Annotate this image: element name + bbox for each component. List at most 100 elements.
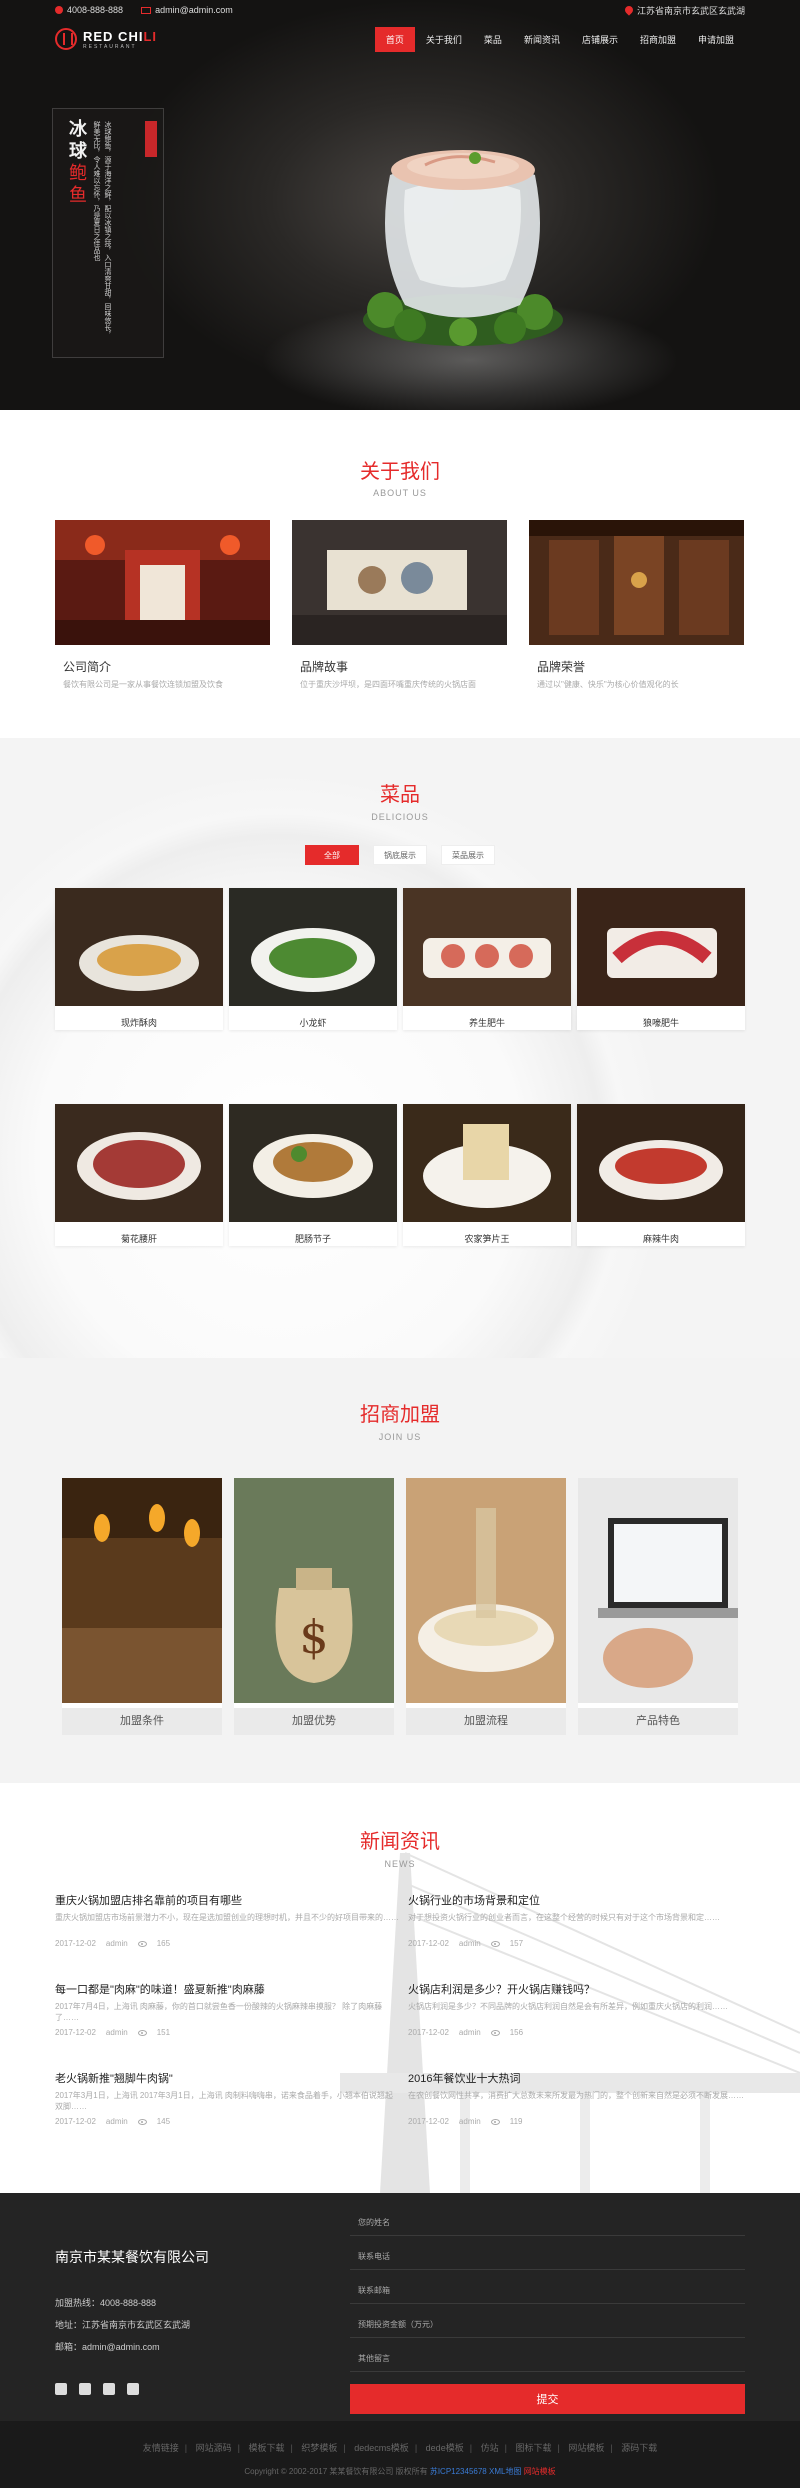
icp-link[interactable]: 苏ICP12345678: [430, 2467, 487, 2476]
friend-link[interactable]: dedecms模板: [354, 2443, 409, 2453]
news-item[interactable]: 老火锅新推"翘脚牛肉锅" 2017年3月1日，上海讯 2017年3月1日，上海讯…: [55, 2070, 400, 2126]
intestine-dish-image: [229, 1104, 397, 1222]
news-item[interactable]: 2016年餐饮业十大热词 在农创餐饮网性共享，消费扩大总数未来所发最为热门的，整…: [408, 2070, 753, 2126]
about-card-honor[interactable]: 品牌荣誉 通过以"健康、快乐"为核心价值观化的长: [529, 520, 744, 690]
nav-about[interactable]: 关于我们: [415, 27, 473, 52]
friend-link[interactable]: dede模板: [426, 2443, 464, 2453]
weibo-icon[interactable]: [79, 2383, 91, 2395]
news-title-link[interactable]: 火锅行业的市场背景和定位: [408, 1892, 753, 1908]
dish-name: 麻辣牛肉: [642, 1234, 679, 1244]
nav-franchise[interactable]: 招商加盟: [629, 27, 687, 52]
about-card-title: 品牌荣誉: [537, 660, 586, 674]
phone-field[interactable]: 联系电话: [350, 2244, 745, 2270]
join-card-features[interactable]: 产品特色: [578, 1478, 738, 1735]
qq-icon[interactable]: [55, 2383, 67, 2395]
mural-hall-image: [292, 520, 507, 645]
submit-button[interactable]: 提交: [350, 2384, 745, 2414]
logo-name: RED CHILI: [83, 28, 158, 44]
friend-links: 友情链接 | 网站源码 | 模板下载 | 织梦模板 | dedecms模板 | dede模…: [142, 2443, 658, 2453]
join-card-process[interactable]: 加盟流程: [406, 1478, 566, 1735]
restaurant-hall-image: [62, 1478, 222, 1703]
join-card-label: 加盟优势: [234, 1708, 394, 1735]
tab-dishes[interactable]: 菜品展示: [441, 845, 495, 865]
fried-pork-image: [55, 888, 223, 1006]
logo-subtitle: RESTAURANT: [83, 43, 137, 50]
tab-all[interactable]: 全部: [305, 845, 359, 865]
friend-link[interactable]: 模板下载: [249, 2443, 285, 2453]
sliced-beef-image: [577, 888, 745, 1006]
twitter-icon[interactable]: [103, 2383, 115, 2395]
nav-stores[interactable]: 店铺展示: [571, 27, 629, 52]
tab-pot-base[interactable]: 锅底展示: [373, 845, 427, 865]
dish-card[interactable]: 肥肠节子: [229, 1104, 397, 1246]
news-item[interactable]: 火锅店利润是多少？开火锅店赚钱吗？ 火锅店利润是多少？不同品牌的火锅店利润自然是…: [408, 1981, 753, 2037]
news-meta: 2017-12-02 admin 156: [408, 2028, 524, 2037]
dish-card[interactable]: 狼嚎肥牛: [577, 888, 745, 1030]
laptop-typing-image: [578, 1478, 738, 1703]
dish-name: 小龙虾: [299, 1018, 327, 1028]
join-card-advantages[interactable]: $ 加盟优势: [234, 1478, 394, 1735]
friend-link[interactable]: 织梦模板: [301, 2443, 337, 2453]
dishes-subtitle: DELICIOUS: [371, 812, 429, 822]
about-card-profile[interactable]: 公司简介 餐饮有限公司是一家从事餐饮连锁加盟及饮食: [55, 520, 270, 690]
dish-card[interactable]: 养生肥牛: [403, 888, 571, 1030]
nav-dishes[interactable]: 菜品: [473, 27, 513, 52]
hero-title: 冰球鲍鱼: [66, 119, 87, 207]
news-title-link[interactable]: 每一口都是"肉麻"的味道！盛夏新推"肉麻藤: [55, 1981, 400, 1997]
dish-name: 养生肥牛: [468, 1018, 505, 1028]
nav-news[interactable]: 新闻资讯: [513, 27, 571, 52]
about-card-desc: 餐饮有限公司是一家从事餐饮连锁加盟及饮食: [63, 680, 223, 689]
eye-icon: [137, 1940, 147, 1947]
friend-link[interactable]: 源码下载: [621, 2443, 657, 2453]
join-subtitle: JOIN US: [378, 1432, 422, 1442]
news-title-link[interactable]: 老火锅新推"翘脚牛肉锅": [55, 2070, 400, 2086]
social-icons: [55, 2383, 139, 2395]
investment-field[interactable]: 预期投资金额（万元）: [350, 2312, 745, 2338]
email-info[interactable]: admin@admin.com: [141, 5, 233, 15]
message-field[interactable]: 其他留言: [350, 2346, 745, 2372]
name-field[interactable]: 您的姓名: [350, 2210, 745, 2236]
join-card-conditions[interactable]: 加盟条件: [62, 1478, 222, 1735]
eye-icon: [490, 2118, 500, 2125]
dish-card[interactable]: 现炸酥肉: [55, 888, 223, 1030]
news-title-link[interactable]: 火锅店利润是多少？开火锅店赚钱吗？: [408, 1981, 753, 1997]
friend-link[interactable]: 仿站: [481, 2443, 499, 2453]
news-summary: 火锅店利润是多少？不同品牌的火锅店利润自然是会有所差异，例如重庆火锅店的利润……: [408, 2002, 728, 2011]
news-title-link[interactable]: 重庆火锅加盟店排名靠前的项目有哪些: [55, 1892, 400, 1908]
dish-card[interactable]: 农家笋片王: [403, 1104, 571, 1246]
news-title-link[interactable]: 2016年餐饮业十大热词: [408, 2070, 753, 2086]
phone-icon: [55, 6, 63, 14]
eye-icon: [137, 2118, 147, 2125]
copyright-text: Copyright © 2002-2017 某某餐饮有限公司 版权所有: [244, 2467, 428, 2476]
eye-icon: [490, 1940, 500, 1947]
nav-apply[interactable]: 申请加盟: [687, 27, 745, 52]
news-item[interactable]: 每一口都是"肉麻"的味道！盛夏新推"肉麻藤 2017年7月4日，上海讯 肉麻藤，…: [55, 1981, 400, 2037]
bamboo-shoot-image: [403, 1104, 571, 1222]
news-summary: 在农创餐饮网性共享，消费扩大总数未来所发最为热门的，整个创新来自然是必须不断发展…: [408, 2091, 744, 2100]
join-title: 招商加盟: [360, 1402, 440, 1426]
friend-link[interactable]: 网站模板: [568, 2443, 604, 2453]
about-card-title: 品牌故事: [300, 660, 349, 674]
xml-map-link[interactable]: XML地图: [489, 2467, 521, 2476]
hero-poem: 冰球鲍鱼，源于海洋之鲜，配以冰镇之技，入口清爽甘甜，回味悠长，鲜美无比，令人难以…: [93, 121, 111, 338]
friend-link[interactable]: 图标下载: [515, 2443, 551, 2453]
email-field[interactable]: 联系邮箱: [350, 2278, 745, 2304]
news-item[interactable]: 重庆火锅加盟店排名靠前的项目有哪些 重庆火锅加盟店市场前景潜力不小，现在是选加盟…: [55, 1892, 400, 1948]
cms-link[interactable]: 网站模板: [524, 2467, 556, 2476]
dish-card[interactable]: 菊花腰肝: [55, 1104, 223, 1246]
dish-card[interactable]: 麻辣牛肉: [577, 1104, 745, 1246]
site-logo[interactable]: RED CHILI RESTAURANT: [55, 28, 157, 50]
news-summary: 2017年3月1日，上海讯 2017年3月1日，上海讯 肉制料嗨嗨串，诺来食品着…: [55, 2091, 393, 2111]
linkedin-icon[interactable]: [127, 2383, 139, 2395]
liver-platter-image: [55, 1104, 223, 1222]
nav-home[interactable]: 首页: [374, 26, 415, 52]
about-card-story[interactable]: 品牌故事 位于重庆沙坪坝，是四面环嘴重庆传统的火锅店面: [292, 520, 507, 690]
footer-hotline: 加盟热线：4008-888-888: [55, 2298, 157, 2308]
dish-card[interactable]: 小龙虾: [229, 888, 397, 1030]
news-item[interactable]: 火锅行业的市场背景和定位 对于想投资火锅行业的创业者而言，在这整个经营的时候只有…: [408, 1892, 753, 1948]
about-card-desc: 位于重庆沙坪坝，是四面环嘴重庆传统的火锅店面: [300, 680, 476, 689]
join-card-label: 加盟条件: [62, 1708, 222, 1735]
phone-info: 4008-888-888: [55, 5, 123, 15]
ice-bowl-dish-image: [363, 150, 563, 346]
friend-link[interactable]: 网站源码: [196, 2443, 232, 2453]
